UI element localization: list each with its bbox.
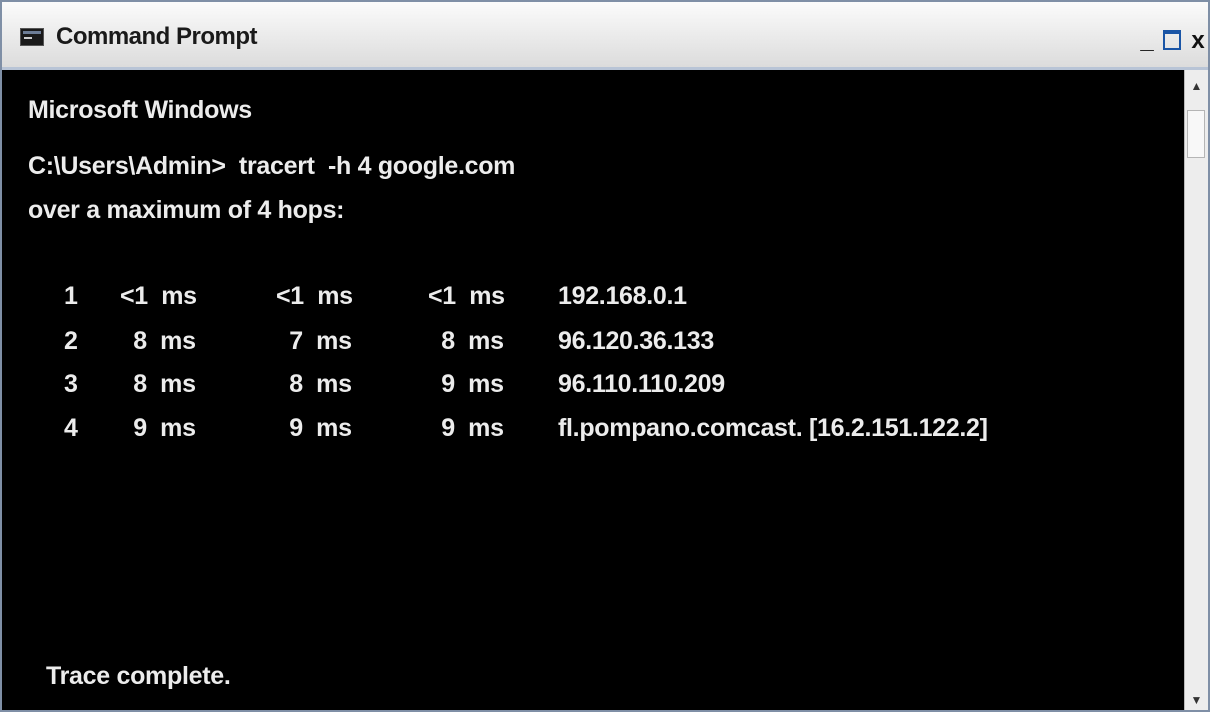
hop-time-2: 8 ms: [276, 370, 352, 398]
vertical-scrollbar[interactable]: ▲ ▼: [1184, 70, 1208, 710]
minimize-button[interactable]: _: [1138, 26, 1156, 56]
hop-time-1: 8 ms: [120, 370, 196, 398]
cmd-app-icon[interactable]: [20, 28, 44, 46]
command-prompt-window: Command Prompt _ x Microsoft Windows C:\…: [0, 0, 1210, 712]
hop-row: 4 9 ms 9 ms 9 ms fl.pompano.comcast. [16…: [2, 414, 1184, 446]
hop-time-3: <1 ms: [428, 282, 505, 310]
hop-row: 1 <1 ms <1 ms <1 ms 192.168.0.1: [2, 282, 1184, 314]
trace-complete-message: Trace complete.: [46, 662, 231, 690]
hop-row: 3 8 ms 8 ms 9 ms 96.110.110.209: [2, 370, 1184, 402]
hop-number: 4: [64, 414, 78, 442]
hop-host: 192.168.0.1: [558, 282, 687, 310]
hop-time-3: 8 ms: [428, 327, 504, 355]
hop-number: 2: [64, 327, 78, 355]
console-output[interactable]: Microsoft Windows C:\Users\Admin> tracer…: [2, 70, 1184, 710]
hop-host: fl.pompano.comcast. [16.2.151.122.2]: [558, 414, 988, 442]
hop-time-2: 7 ms: [276, 327, 352, 355]
window-title: Command Prompt: [56, 23, 258, 50]
scroll-thumb[interactable]: [1187, 110, 1205, 158]
hop-time-3: 9 ms: [428, 370, 504, 398]
arrow-down-icon[interactable]: ▼: [1185, 688, 1208, 710]
hop-number: 1: [64, 282, 78, 310]
hop-time-1: 8 ms: [120, 327, 196, 355]
hop-row: 2 8 ms 7 ms 8 ms 96.120.36.133: [2, 327, 1184, 359]
hop-time-2: <1 ms: [276, 282, 353, 310]
close-button[interactable]: x: [1188, 26, 1208, 56]
title-bar[interactable]: Command Prompt _ x: [2, 2, 1208, 70]
arrow-up-icon[interactable]: ▲: [1185, 74, 1208, 98]
hop-host: 96.120.36.133: [558, 327, 714, 355]
hop-host: 96.110.110.209: [558, 370, 725, 398]
hop-time-1: <1 ms: [120, 282, 197, 310]
hop-number: 3: [64, 370, 78, 398]
hop-time-3: 9 ms: [428, 414, 504, 442]
maximize-icon: [1163, 29, 1181, 50]
command-line: C:\Users\Admin> tracert -h 4 google.com: [28, 152, 516, 180]
max-hops-line: over a maximum of 4 hops:: [28, 196, 345, 224]
hop-time-2: 9 ms: [276, 414, 352, 442]
hop-time-1: 9 ms: [120, 414, 196, 442]
console-header: Microsoft Windows: [28, 96, 252, 124]
maximize-button[interactable]: [1160, 26, 1184, 56]
